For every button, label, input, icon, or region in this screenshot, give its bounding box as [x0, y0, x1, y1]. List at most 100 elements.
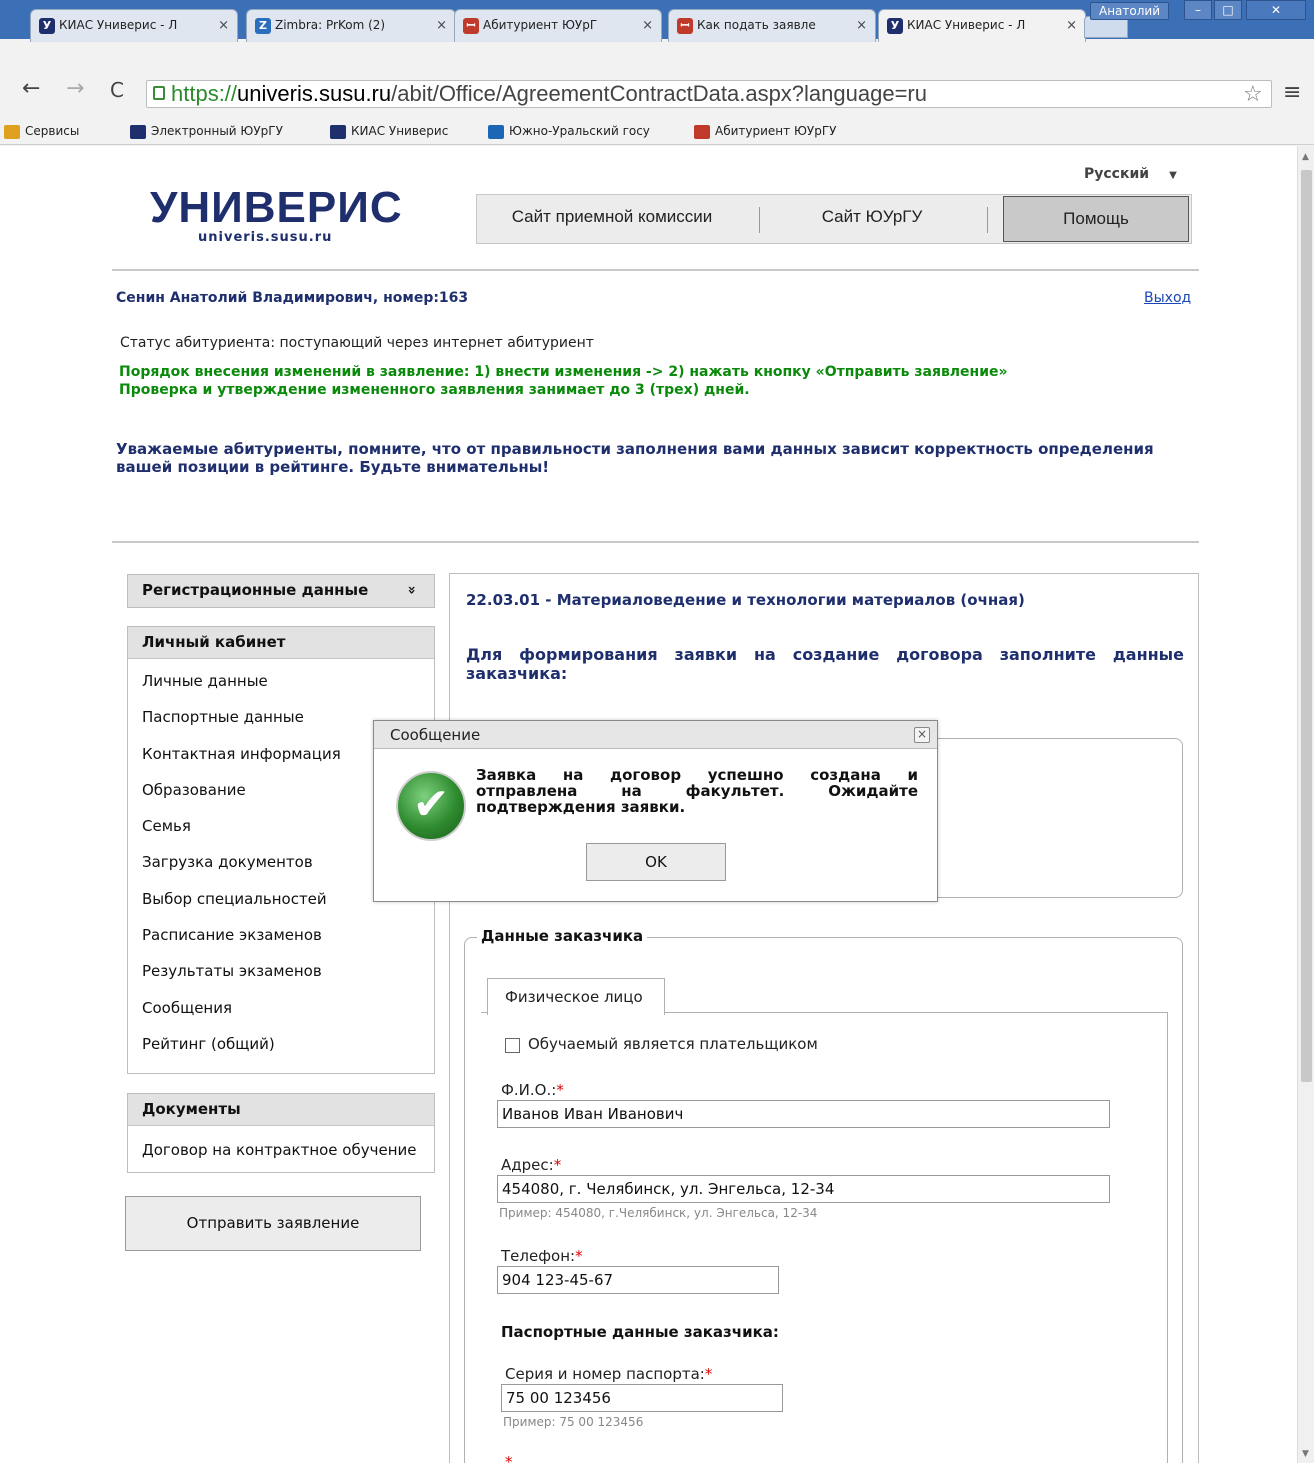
payer-checkbox[interactable] — [505, 1038, 520, 1053]
send-application-button[interactable]: Отправить заявление — [125, 1196, 421, 1251]
warning-line-1: Уважаемые абитуриенты, помните, что от п… — [116, 440, 1154, 458]
address-bar[interactable]: https://univeris.susu.ru/abit/Office/Agr… — [146, 80, 1272, 108]
dialog-message-line-2: отправлена на факультет. Ожидайте — [476, 782, 918, 800]
logo-title: УНИВЕРИС — [150, 183, 403, 232]
lock-icon — [153, 86, 165, 100]
required-mark: * — [505, 1453, 513, 1463]
reload-icon[interactable]: C — [110, 78, 124, 102]
sidebar-item-contract[interactable]: Договор на контрактное обучение — [128, 1132, 434, 1168]
sidebar-registration[interactable]: Регистрационные данные » — [127, 574, 435, 608]
maximize-icon[interactable]: □ — [1214, 0, 1242, 20]
univeris-icon: У — [39, 17, 55, 34]
nav-admissions-site[interactable]: Сайт приемной комиссии — [477, 195, 747, 243]
univeris-icon — [330, 124, 346, 139]
browser-tab-4[interactable]: ꟷ Как подать заявле × — [668, 9, 876, 42]
form-intro-line-1: Для формирования заявки на создание дого… — [466, 645, 1184, 664]
address-label: Адрес:* — [501, 1156, 562, 1174]
notice-procedure: Порядок внесения изменений в заявление: … — [119, 364, 1008, 380]
forward-icon[interactable]: → — [66, 76, 84, 101]
sidebar-item-exam-results[interactable]: Результаты экзаменов — [128, 953, 434, 989]
chevron-double-down-icon: » — [403, 585, 420, 595]
notice-review-time: Проверка и утверждение измененного заявл… — [119, 382, 750, 398]
browser-tab-2[interactable]: Z Zimbra: PrKom (2) × — [246, 9, 456, 42]
registration-header[interactable]: Регистрационные данные » — [128, 575, 434, 607]
window-close-icon[interactable]: ✕ — [1246, 0, 1306, 20]
back-icon[interactable]: ← — [22, 76, 40, 101]
next-field-label: * — [505, 1453, 513, 1463]
address-input[interactable]: 454080, г. Челябинск, ул. Энгельса, 12-3… — [497, 1175, 1110, 1203]
documents-header: Документы — [128, 1094, 434, 1126]
customer-legend: Данные заказчика — [477, 927, 648, 945]
language-select[interactable]: Русский ▼ — [1084, 166, 1177, 182]
browser-tab-active[interactable]: У КИАС Универис - Л × — [878, 9, 1086, 42]
required-mark: * — [553, 1156, 562, 1174]
logout-link[interactable]: Выход — [1144, 290, 1191, 306]
chevron-down-icon: ▼ — [1169, 170, 1177, 181]
scroll-down-icon[interactable]: ▼ — [1302, 1449, 1309, 1459]
scrollbar-thumb[interactable] — [1301, 170, 1312, 1082]
dialog-message-line-3: подтверждения заявки. — [476, 798, 686, 816]
scroll-up-icon[interactable]: ▲ — [1302, 152, 1309, 162]
tab-title: Zimbra: PrKom (2) — [275, 18, 386, 32]
tab-title: Абитуриент ЮУрГ — [483, 18, 598, 32]
tab-title: КИАС Универис - Л — [907, 18, 1026, 32]
cabinet-header: Личный кабинет — [128, 627, 434, 659]
sidebar-item-exam-schedule[interactable]: Расписание экзаменов — [128, 917, 434, 953]
dialog-message-line-1: Заявка на договор успешно создана и — [476, 766, 918, 784]
url-path: /abit/Office/AgreementContractData.aspx?… — [391, 81, 927, 106]
nav-susu-site[interactable]: Сайт ЮУрГУ — [767, 195, 977, 243]
dialog-title: Сообщение — [374, 721, 937, 749]
bookmark-univeris[interactable]: КИАС Универис — [330, 117, 448, 145]
passport-label: Серия и номер паспорта:* — [505, 1365, 713, 1383]
applicant-status: Статус абитуриента: поступающий через ин… — [120, 335, 594, 351]
tab-title: Как подать заявле — [697, 18, 816, 32]
phone-input[interactable]: 904 123-45-67 — [497, 1266, 779, 1294]
bookmark-star-icon[interactable]: ☆ — [1243, 82, 1263, 107]
close-icon[interactable]: × — [436, 10, 447, 41]
close-icon[interactable]: × — [642, 10, 653, 41]
nav-separator — [987, 207, 988, 233]
sidebar-documents: Документы Договор на контрактное обучени… — [127, 1093, 435, 1173]
bookmark-susu[interactable]: Южно-Уральский госу — [488, 117, 650, 145]
sidebar-item-personal[interactable]: Личные данные — [128, 663, 434, 699]
required-mark: * — [704, 1365, 713, 1383]
required-mark: * — [556, 1081, 564, 1099]
sidebar-item-rating[interactable]: Рейтинг (общий) — [128, 1026, 434, 1062]
vertical-scrollbar[interactable]: ▲ ▼ — [1297, 146, 1314, 1463]
divider — [112, 541, 1199, 543]
close-icon[interactable]: × — [1066, 10, 1077, 41]
close-icon[interactable]: × — [218, 10, 229, 41]
ok-button[interactable]: OK — [586, 843, 726, 881]
url-scheme: https:// — [171, 81, 238, 106]
profile-button[interactable]: Анатолий — [1090, 2, 1170, 20]
warning-line-2: вашей позиции в рейтинге. Будьте внимате… — [116, 458, 550, 476]
check-icon: ✔ — [396, 771, 466, 841]
bookmark-apps[interactable]: Сервисы — [4, 117, 79, 145]
logo[interactable]: УНИВЕРИС univeris.susu.ru — [150, 183, 403, 246]
passport-input[interactable]: 75 00 123456 — [501, 1384, 783, 1412]
fio-input[interactable]: Иванов Иван Иванович — [497, 1100, 1110, 1128]
browser-tab-3[interactable]: ꟷ Абитуриент ЮУрГ × — [454, 9, 662, 42]
minimize-icon[interactable]: – — [1184, 0, 1212, 20]
zimbra-icon: Z — [255, 17, 271, 34]
apps-icon — [4, 124, 20, 139]
nav-help[interactable]: Помощь — [1003, 196, 1189, 242]
browser-tab-1[interactable]: У КИАС Универис - Л × — [30, 9, 238, 42]
menu-icon[interactable]: ≡ — [1283, 80, 1301, 105]
bookmark-susu-electronic[interactable]: Электронный ЮУрГУ — [130, 117, 283, 145]
close-icon[interactable]: × — [914, 727, 930, 743]
top-navigation: Сайт приемной комиссии Сайт ЮУрГУ Помощь — [476, 194, 1192, 244]
passport-section-title: Паспортные данные заказчика: — [501, 1323, 779, 1341]
susu-icon — [488, 124, 504, 139]
susu-icon: ꟷ — [463, 17, 479, 34]
tab-physical-person[interactable]: Физическое лицо — [487, 978, 665, 1015]
language-label: Русский — [1084, 166, 1150, 182]
tab-title: КИАС Универис - Л — [59, 18, 178, 32]
form-intro-line-2: заказчика: — [466, 664, 568, 683]
close-icon[interactable]: × — [856, 10, 867, 41]
bookmark-abiturient[interactable]: Абитуриент ЮУрГУ — [694, 117, 836, 145]
address-hint: Пример: 454080, г.Челябинск, ул. Энгельс… — [499, 1206, 818, 1220]
url-domain: univeris.susu.ru — [237, 81, 392, 106]
sidebar-item-messages[interactable]: Сообщения — [128, 990, 434, 1026]
nav-separator — [759, 207, 760, 233]
